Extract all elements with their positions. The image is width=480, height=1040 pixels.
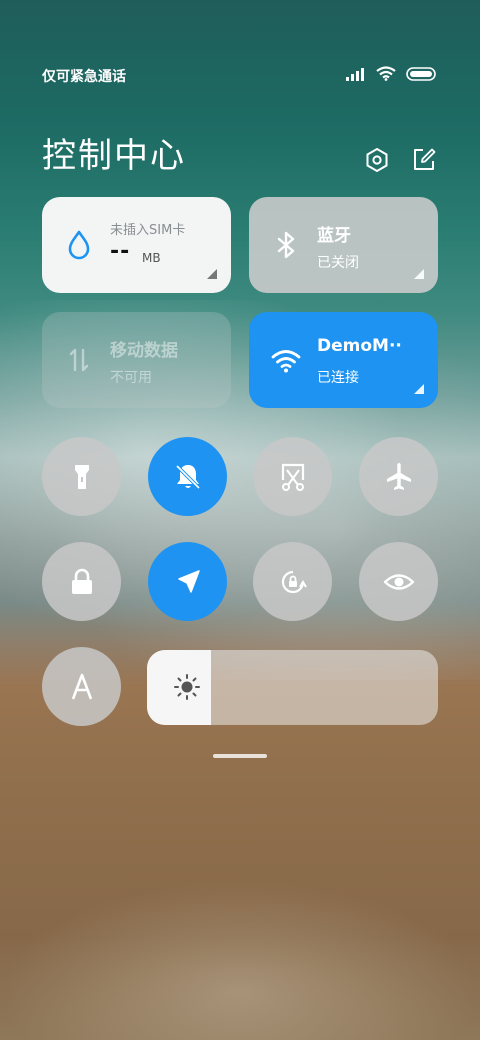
wifi-icon [271,350,301,373]
battery-icon [406,66,436,81]
brightness-slider[interactable] [147,650,438,725]
lock-icon [71,568,92,594]
mobile-data-icon [69,348,89,372]
wifi-network-name: DemoM·· [317,336,402,356]
mobile-data-title: 移动数据 [110,341,178,361]
signal-icon [346,67,364,81]
reading-mode-toggle[interactable] [359,542,438,621]
expand-corner-icon [207,269,217,279]
sun-icon [174,674,200,700]
wallpaper-sand [0,880,480,1040]
mobile-data-status: 不可用 [110,370,152,386]
silent-toggle[interactable] [148,437,227,516]
water-drop-icon [68,230,90,260]
bluetooth-icon [277,231,295,259]
airplane-icon [386,462,411,490]
bell-off-icon [175,464,200,489]
data-usage-tile[interactable]: 未插入SIM卡 -- MB [42,197,231,293]
wifi-tile[interactable]: DemoM·· 已连接 [249,312,438,408]
data-usage-unit: MB [142,251,161,265]
lock-screen-toggle[interactable] [42,542,121,621]
status-icons [346,66,436,81]
drag-handle[interactable] [213,754,267,758]
screenshot-scissors-icon [281,463,304,491]
eye-icon [383,573,414,590]
bluetooth-title: 蓝牙 [317,226,351,246]
page-title: 控制中心 [42,136,186,176]
flashlight-icon [74,464,89,489]
location-arrow-icon [177,569,200,593]
screenshot-toggle[interactable] [253,437,332,516]
flashlight-toggle[interactable] [42,437,121,516]
sim-status-label: 未插入SIM卡 [110,223,186,238]
edit-icon[interactable] [411,147,437,173]
mobile-data-tile[interactable]: 移动数据 不可用 [42,312,231,408]
expand-corner-icon [414,384,424,394]
location-toggle[interactable] [148,542,227,621]
expand-corner-icon [414,269,424,279]
settings-icon[interactable] [364,147,390,173]
wifi-status: 已连接 [317,370,359,386]
rotation-lock-toggle[interactable] [253,542,332,621]
font-a-icon [71,673,92,699]
rotation-lock-icon [281,570,307,593]
font-size-toggle[interactable] [42,647,121,726]
wifi-icon [376,66,396,81]
bluetooth-tile[interactable]: 蓝牙 已关闭 [249,197,438,293]
data-usage-value: -- [110,239,131,264]
bluetooth-status: 已关闭 [317,255,359,271]
airplane-toggle[interactable] [359,437,438,516]
carrier-status: 仅可紧急通话 [42,69,126,85]
